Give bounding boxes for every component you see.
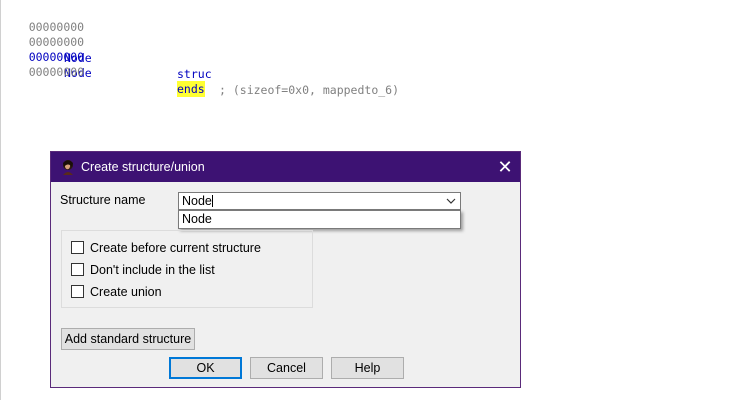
structure-name-dropdown: Node	[178, 210, 461, 229]
code-line[interactable]: 00000000 Node struc ; (sizeof=0x0, mappe…	[1, 18, 399, 97]
struc-keyword[interactable]: struc	[177, 66, 212, 82]
cancel-button[interactable]: Cancel	[250, 357, 323, 379]
chevron-down-icon[interactable]	[446, 196, 456, 206]
code-line[interactable]: 00000000	[1, 48, 84, 79]
code-line-current[interactable]: 00000000 Node ends	[1, 33, 205, 97]
create-before-label[interactable]: Create before current structure	[90, 240, 261, 256]
create-before-checkbox[interactable]	[71, 241, 84, 254]
dialog-title: Create structure/union	[81, 160, 205, 174]
help-button[interactable]: Help	[331, 357, 404, 379]
add-standard-structure-button[interactable]: Add standard structure	[61, 328, 195, 350]
text-caret	[211, 195, 213, 207]
dropdown-option[interactable]: Node	[182, 211, 212, 228]
create-union-label[interactable]: Create union	[90, 284, 162, 300]
line-address: 00000000	[28, 65, 85, 79]
ends-keyword[interactable]: ends	[177, 81, 205, 97]
options-group: Create before current structure Don't in…	[61, 230, 313, 308]
dont-include-checkbox[interactable]	[71, 263, 84, 276]
create-structure-dialog: Create structure/union ✕ Structure name …	[50, 151, 521, 388]
app-icon	[63, 160, 73, 175]
structure-name-label: Structure name	[60, 193, 146, 207]
dialog-titlebar[interactable]: Create structure/union ✕	[51, 152, 520, 182]
structure-name-combobox[interactable]: Node	[178, 192, 461, 210]
code-line[interactable]: 00000000	[1, 3, 84, 34]
close-icon[interactable]: ✕	[490, 152, 520, 182]
structure-name-value[interactable]: Node	[182, 193, 213, 209]
struct-comment: ; (sizeof=0x0, mappedto_6)	[219, 83, 400, 97]
ok-button[interactable]: OK	[169, 357, 242, 379]
create-union-checkbox[interactable]	[71, 285, 84, 298]
dont-include-label[interactable]: Don't include in the list	[90, 262, 215, 278]
